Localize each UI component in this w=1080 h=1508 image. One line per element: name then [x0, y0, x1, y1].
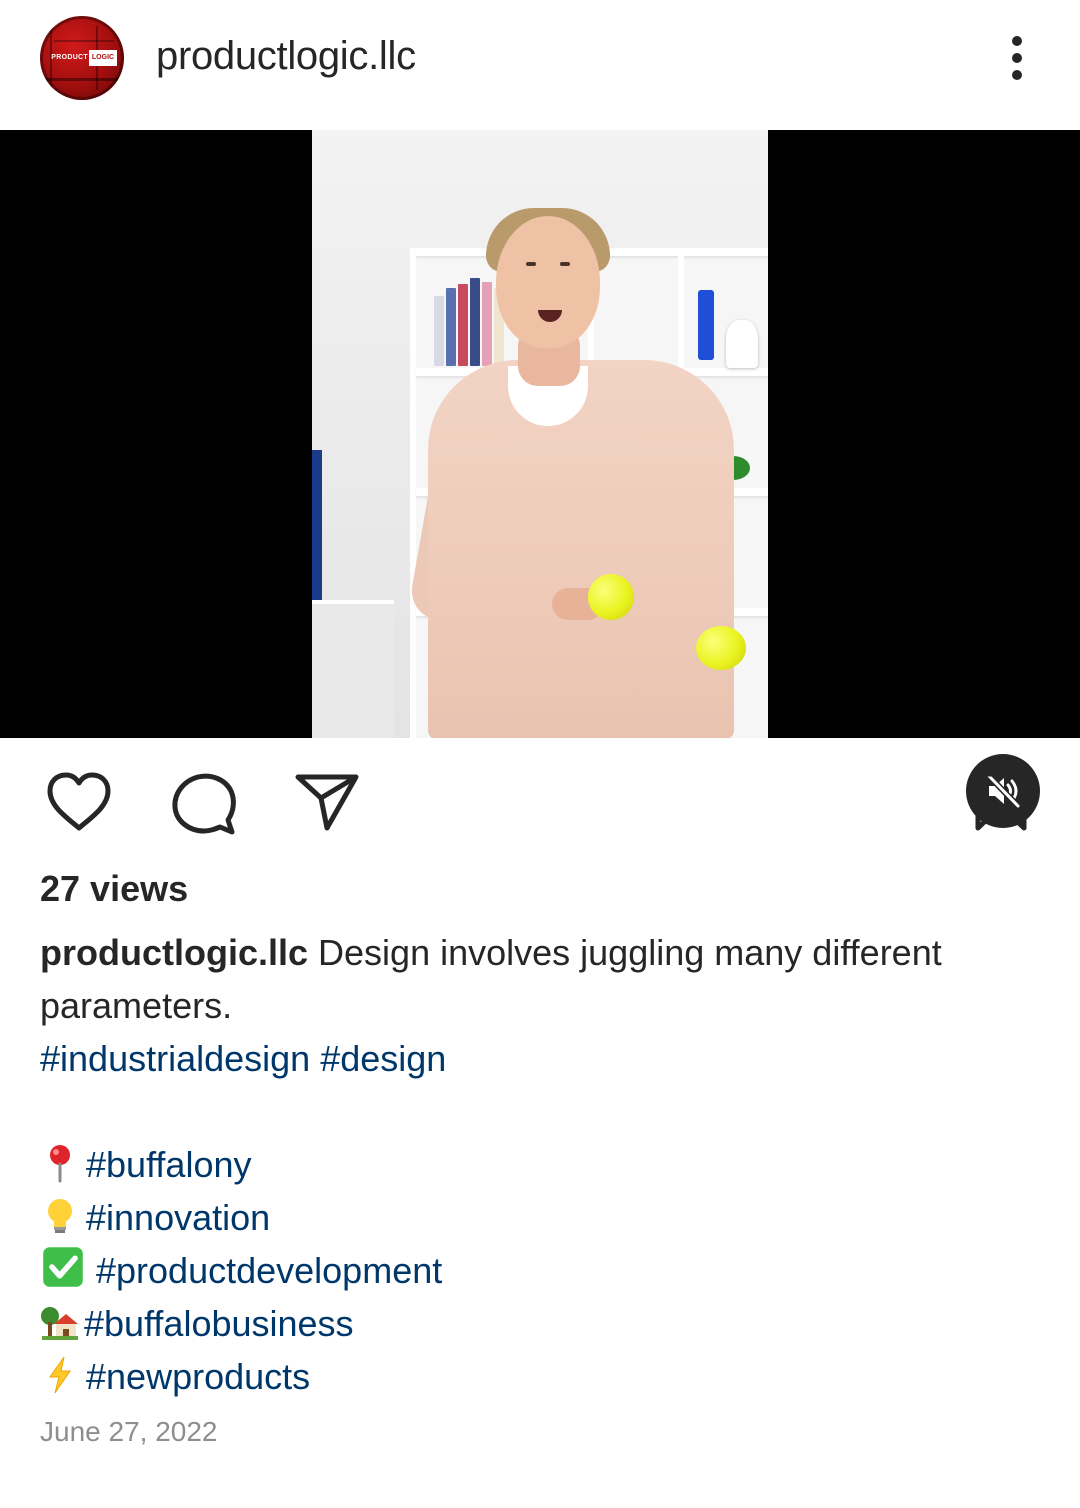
profile-avatar[interactable]: PRODUCT LOGIC: [40, 16, 124, 100]
tag-line: #innovation: [40, 1191, 1040, 1244]
light-bulb-icon: [48, 1199, 72, 1233]
comment-bubble-icon: [172, 773, 236, 835]
more-vertical-icon: [1012, 70, 1022, 80]
avatar-logo-text: LOGIC: [91, 54, 115, 61]
post-date: June 27, 2022: [40, 1416, 218, 1447]
avatar-decoration: [44, 78, 120, 81]
more-vertical-icon: [1012, 36, 1022, 46]
video-frame: [312, 130, 768, 738]
username-link[interactable]: productlogic.llc: [156, 34, 416, 79]
white-gadget: [726, 320, 758, 368]
hashtag-link[interactable]: #productdevelopment: [96, 1250, 442, 1291]
juggling-ball: [588, 574, 634, 620]
hashtag-link[interactable]: #buffalony: [86, 1144, 251, 1185]
blue-object: [698, 290, 714, 360]
juggling-ball: [696, 626, 746, 670]
hashtag-link[interactable]: #newproducts: [86, 1356, 310, 1397]
desk-shape: [312, 600, 394, 738]
hashtag-link[interactable]: #innovation: [86, 1197, 270, 1238]
house-with-garden-icon: [41, 1307, 78, 1340]
tag-line: #buffalony: [40, 1138, 1040, 1191]
caption-line: parameters.: [40, 979, 1040, 1032]
bookmark-icon: [975, 771, 1027, 831]
book-shape: [458, 284, 468, 366]
book-shape: [446, 288, 456, 366]
person-torso: [428, 360, 734, 738]
book-shape: [470, 278, 480, 366]
hashtag-link[interactable]: #industrialdesign: [40, 1038, 310, 1079]
heart-icon: [47, 772, 111, 831]
monitor-shape: [312, 450, 322, 620]
caption-username-link[interactable]: productlogic.llc: [40, 932, 308, 973]
more-vertical-icon: [1012, 53, 1022, 63]
caption: productlogic.llc Design involves jugglin…: [40, 926, 1040, 1403]
paper-plane-icon: [295, 774, 359, 831]
share-button[interactable]: [294, 772, 360, 832]
caption-text: Design involves juggling many different: [318, 932, 942, 973]
comment-button[interactable]: [170, 770, 238, 836]
save-button[interactable]: [972, 770, 1030, 832]
avatar-logo-text: PRODUCT: [51, 54, 88, 61]
book-shape: [434, 296, 444, 366]
person-eye: [560, 262, 570, 266]
tag-line: #buffalobusiness: [40, 1297, 1040, 1350]
like-button[interactable]: [44, 770, 114, 834]
views-count: 27 views: [40, 868, 189, 909]
avatar-logo-box: LOGIC: [89, 50, 117, 66]
hashtag-line: #industrialdesign #design: [40, 1032, 1040, 1085]
tag-line: #productdevelopment: [40, 1244, 1040, 1297]
person-eye: [526, 262, 536, 266]
hashtag-link[interactable]: #buffalobusiness: [84, 1303, 354, 1344]
more-options-button[interactable]: [998, 30, 1038, 86]
post-header: PRODUCT LOGIC productlogic.llc: [0, 0, 1080, 130]
caption-text: parameters.: [40, 985, 233, 1026]
high-voltage-icon: [49, 1356, 71, 1394]
hashtag-link[interactable]: #design: [320, 1038, 446, 1079]
video-player[interactable]: [0, 130, 1080, 828]
caption-line: productlogic.llc Design involves jugglin…: [40, 926, 1040, 979]
check-mark-button-icon: [43, 1247, 83, 1287]
avatar-decoration: [54, 40, 114, 42]
person-head: [496, 216, 600, 348]
book-shape: [482, 282, 492, 366]
tag-line: #newproducts: [40, 1350, 1040, 1403]
round-pushpin-icon: [50, 1145, 70, 1183]
